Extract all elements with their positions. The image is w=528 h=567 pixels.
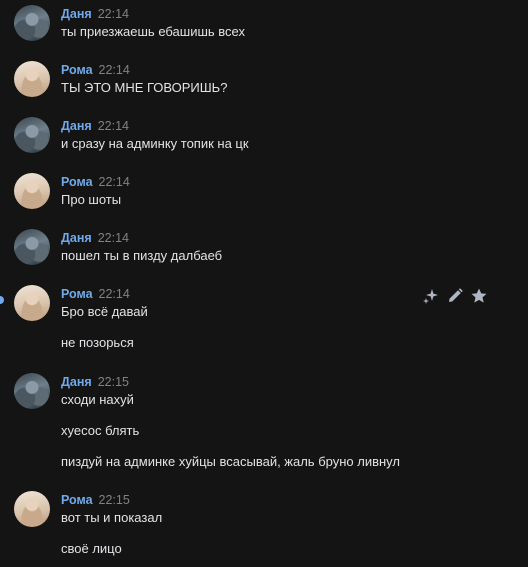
avatar[interactable] bbox=[14, 61, 50, 97]
message-text: и сразу на админку топик на цк bbox=[61, 136, 249, 151]
sparkle-icon[interactable] bbox=[422, 287, 440, 305]
message-time: 22:14 bbox=[97, 119, 129, 133]
author-name[interactable]: Рома bbox=[61, 287, 93, 301]
avatar[interactable] bbox=[14, 173, 50, 209]
avatar[interactable] bbox=[14, 285, 50, 321]
message-header: Рома 22:15 bbox=[61, 492, 130, 508]
message-time: 22:15 bbox=[97, 375, 129, 389]
message-time: 22:14 bbox=[98, 287, 130, 301]
message-header: Рома 22:14 bbox=[61, 62, 130, 78]
author-name[interactable]: Даня bbox=[61, 375, 92, 389]
message-text: сходи нахуй bbox=[61, 392, 134, 407]
author-name[interactable]: Рома bbox=[61, 175, 93, 189]
author-name[interactable]: Даня bbox=[61, 231, 92, 245]
message-header: Даня 22:14 bbox=[61, 118, 129, 134]
message-time: 22:14 bbox=[97, 7, 129, 21]
message-text: вот ты и показал bbox=[61, 510, 163, 525]
author-name[interactable]: Даня bbox=[61, 119, 92, 133]
message-header: Рома 22:14 bbox=[61, 174, 130, 190]
message-time: 22:14 bbox=[98, 63, 130, 77]
message-time: 22:14 bbox=[98, 175, 130, 189]
avatar[interactable] bbox=[14, 117, 50, 153]
author-name[interactable]: Рома bbox=[61, 63, 93, 77]
message-text: Бро всё давай bbox=[61, 304, 148, 319]
message-text: пиздуй на админке хуйцы всасывай, жаль б… bbox=[61, 454, 400, 469]
message-text: ты приезжаешь ебашишь всех bbox=[61, 24, 245, 39]
message-text: хуесос блять bbox=[61, 423, 140, 438]
avatar[interactable] bbox=[14, 373, 50, 409]
message-text: ТЫ ЭТО МНЕ ГОВОРИШЬ? bbox=[61, 80, 228, 95]
star-icon[interactable] bbox=[470, 287, 488, 305]
pencil-icon[interactable] bbox=[446, 287, 464, 305]
author-name[interactable]: Рома bbox=[61, 493, 93, 507]
message-actions bbox=[422, 287, 488, 305]
message-text: своё лицо bbox=[61, 541, 122, 556]
avatar[interactable] bbox=[14, 5, 50, 41]
author-name[interactable]: Даня bbox=[61, 7, 92, 21]
avatar[interactable] bbox=[14, 229, 50, 265]
message-time: 22:14 bbox=[97, 231, 129, 245]
message-time: 22:15 bbox=[98, 493, 130, 507]
message-header: Даня 22:14 bbox=[61, 6, 129, 22]
avatar[interactable] bbox=[14, 491, 50, 527]
message-text: не позорься bbox=[61, 335, 134, 350]
chat-history: Даня 22:14 ты приезжаешь ебашишь всех Ром… bbox=[0, 0, 528, 567]
unread-indicator bbox=[0, 296, 4, 304]
message-text: пошел ты в пизду далбаеб bbox=[61, 248, 223, 263]
message-header: Рома 22:14 bbox=[61, 286, 130, 302]
message-text: Про шоты bbox=[61, 192, 122, 207]
message-header: Даня 22:14 bbox=[61, 230, 129, 246]
message-header: Даня 22:15 bbox=[61, 374, 129, 390]
